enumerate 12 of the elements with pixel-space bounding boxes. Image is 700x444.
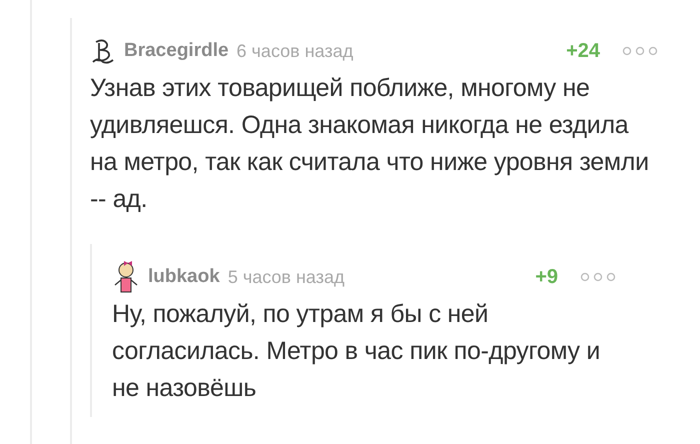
- author-name[interactable]: lubkaok: [148, 266, 220, 288]
- more-icon[interactable]: [580, 272, 616, 282]
- comment-rating: +9: [535, 266, 558, 288]
- comment-text: Ну, пожалуй, по утрам я бы с ней согласилась. Метро в час пик по-другому и не назовёшь: [112, 299, 602, 404]
- avatar-monogram-icon: [90, 38, 116, 64]
- author-name[interactable]: Bracegirdle: [124, 40, 229, 62]
- avatar-figure-icon: [112, 261, 140, 293]
- comment-rating: +24: [566, 40, 600, 62]
- comment-time: 6 часов назад: [236, 40, 354, 62]
- comment-time: 5 часов назад: [228, 266, 345, 288]
- more-icon[interactable]: [622, 46, 658, 56]
- comment-text: Узнав этих товарищей поближе, многому не удивляешся. Одна знакомая никогда не ездила на метро, так как считала что ниже уровня земли -- ад.: [90, 73, 650, 215]
